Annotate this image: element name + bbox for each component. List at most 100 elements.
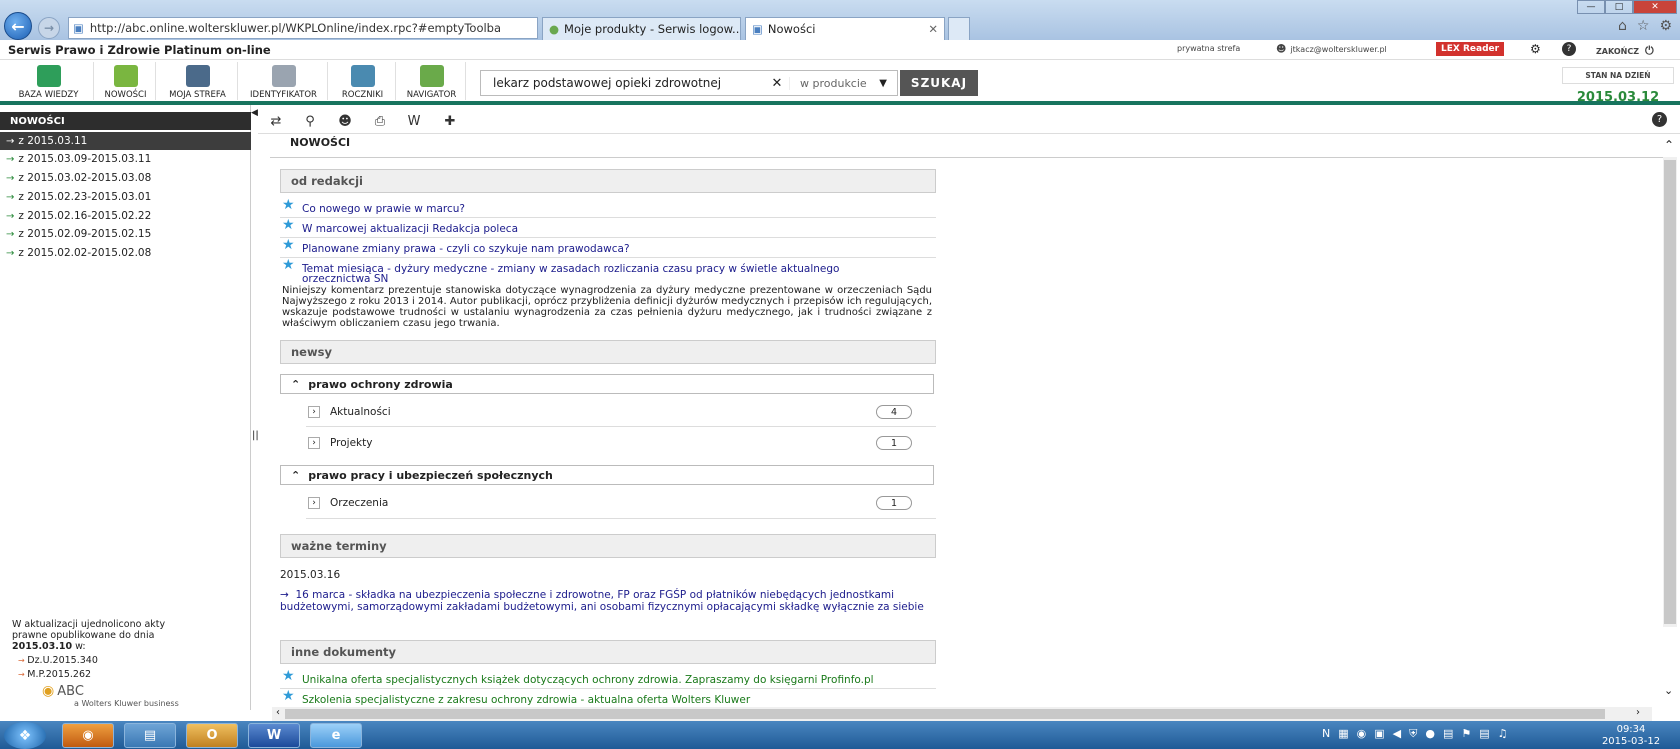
my-zone-icon bbox=[185, 65, 210, 87]
star-icon: ★ bbox=[282, 257, 295, 273]
gear-icon[interactable]: ⚙ bbox=[1530, 42, 1541, 56]
tab-label: Nowości bbox=[767, 22, 816, 36]
toolbar-nowosci[interactable]: NOWOŚCI bbox=[96, 62, 156, 100]
home-icon[interactable]: ⌂ bbox=[1618, 18, 1627, 34]
clock[interactable]: 09:34 2015-03-12 bbox=[1594, 724, 1668, 748]
scroll-right-icon[interactable]: › bbox=[1636, 707, 1640, 718]
outlook-icon[interactable]: O bbox=[186, 723, 238, 748]
editorial-link-1[interactable]: Co nowego w prawie w marcu? bbox=[302, 203, 465, 215]
scroll-left-icon[interactable]: ‹ bbox=[276, 707, 280, 718]
toolbar-navigator[interactable]: NAVIGATOR bbox=[398, 62, 466, 100]
news-icon bbox=[113, 65, 138, 87]
network-icon[interactable]: ▤ bbox=[1479, 727, 1489, 741]
start-button[interactable]: ❖ bbox=[4, 722, 46, 749]
internet-explorer-icon[interactable]: e bbox=[310, 723, 362, 748]
firefox-icon[interactable]: ◉ bbox=[62, 723, 114, 748]
lex-reader-button[interactable]: LEX Reader bbox=[1436, 42, 1505, 56]
section-od-redakcji: od redakcji bbox=[280, 169, 936, 193]
user-link[interactable]: ☻ jtkacz@wolterskluwer.pl bbox=[1276, 44, 1387, 55]
print-icon[interactable]: ⎙ bbox=[367, 112, 393, 130]
tray-app-icon[interactable]: ▣ bbox=[1374, 727, 1384, 741]
tab-nowosci[interactable]: ▣ Nowości ✕ bbox=[745, 17, 945, 40]
editorial-link-3[interactable]: Planowane zmiany prawa - czyli co szykuj… bbox=[302, 243, 630, 255]
editorial-description: Niniejszy komentarz prezentuje stanowisk… bbox=[282, 285, 932, 329]
tab-icon: ● bbox=[549, 22, 560, 36]
word-export-icon[interactable]: W bbox=[401, 112, 427, 130]
close-window-icon[interactable]: ✕ bbox=[1633, 0, 1677, 14]
sidebar-item-range-4[interactable]: → z 2015.02.16-2015.02.22 bbox=[0, 207, 251, 225]
search-history-icon[interactable]: ⚲ bbox=[297, 112, 323, 130]
editorial-link-4-cont[interactable]: orzecznictwa SN bbox=[302, 273, 388, 285]
onenote-icon[interactable]: N bbox=[1322, 727, 1330, 741]
group-prawo-ochrony-zdrowia[interactable]: ⌃ prawo ochrony zdrowia bbox=[280, 374, 934, 394]
scope-value: w produkcie bbox=[800, 76, 867, 90]
terminy-link[interactable]: → 16 marca - składka na ubezpieczenia sp… bbox=[280, 589, 936, 613]
toolbar-label: ROCZNIKI bbox=[341, 90, 384, 100]
star-icon: ★ bbox=[282, 197, 295, 213]
user-settings-icon[interactable]: ☻ bbox=[332, 112, 358, 130]
volume-icon[interactable]: ♫ bbox=[1498, 727, 1508, 741]
footer-ref-1[interactable]: → Dz.U.2015.340 bbox=[12, 655, 237, 666]
section-newsy: newsy bbox=[280, 340, 936, 364]
search-button[interactable]: SZUKAJ bbox=[900, 70, 978, 96]
vertical-scroll-thumb[interactable] bbox=[1664, 160, 1676, 624]
back-button[interactable]: ← bbox=[4, 12, 32, 40]
sidebar-item-range-2[interactable]: → z 2015.03.02-2015.03.08 bbox=[0, 169, 251, 187]
help-icon[interactable]: ? bbox=[1562, 42, 1576, 56]
toolbar-roczniki[interactable]: ROCZNIKI bbox=[330, 62, 396, 100]
new-tab-button[interactable] bbox=[948, 17, 970, 40]
address-bar[interactable]: ▣ http://abc.online.wolterskluwer.pl/WKP… bbox=[68, 17, 538, 39]
shield-icon[interactable]: ⛨ bbox=[1409, 727, 1417, 741]
tray-app-icon[interactable]: ◀ bbox=[1393, 727, 1401, 741]
horizontal-scroll-thumb[interactable] bbox=[285, 709, 1605, 719]
scroll-up-icon[interactable]: ⌃ bbox=[1664, 138, 1674, 152]
toolbar-label: NOWOŚCI bbox=[104, 90, 147, 100]
settings-icon[interactable]: ⚙ bbox=[1659, 18, 1672, 34]
maximize-icon[interactable]: □ bbox=[1605, 0, 1633, 14]
toolbar-baza-wiedzy[interactable]: BAZA WIEDZY bbox=[4, 62, 94, 100]
tray-app-icon[interactable]: ▤ bbox=[1443, 727, 1453, 741]
add-folder-icon[interactable]: ✚ bbox=[437, 112, 463, 130]
news-item-orzeczenia[interactable]: › Orzeczenia bbox=[308, 493, 908, 513]
sidebar-item-label: z 2015.02.09-2015.02.15 bbox=[18, 228, 152, 240]
tray-app-icon[interactable]: ◉ bbox=[1357, 727, 1367, 741]
other-doc-link-1[interactable]: Unikalna oferta specjalistycznych książe… bbox=[302, 674, 874, 686]
sidebar-item-range-6[interactable]: → z 2015.02.02-2015.02.08 bbox=[0, 244, 251, 262]
minimize-icon[interactable]: — bbox=[1577, 0, 1605, 14]
explorer-icon[interactable]: ▤ bbox=[124, 723, 176, 748]
favorites-icon[interactable]: ☆ bbox=[1637, 18, 1650, 34]
other-doc-link-2[interactable]: Szkolenia specjalistyczne z zakresu ochr… bbox=[302, 694, 750, 706]
sidebar-item-range-5[interactable]: → z 2015.02.09-2015.02.15 bbox=[0, 225, 251, 243]
forward-button[interactable]: → bbox=[38, 17, 60, 39]
count-badge: 1 bbox=[876, 496, 912, 510]
swap-icon[interactable]: ⇄ bbox=[263, 112, 289, 130]
page-icon: ▣ bbox=[73, 21, 84, 35]
flag-icon[interactable]: ⚑ bbox=[1461, 727, 1471, 741]
word-icon[interactable]: W bbox=[248, 723, 300, 748]
sidebar-item-range-3[interactable]: → z 2015.02.23-2015.03.01 bbox=[0, 188, 251, 206]
private-zone-link[interactable]: prywatna strefa bbox=[1177, 44, 1240, 53]
editorial-link-2[interactable]: W marcowej aktualizacji Redakcja poleca bbox=[302, 223, 518, 235]
news-item-aktualnosci[interactable]: › Aktualności bbox=[308, 402, 908, 422]
scope-select[interactable]: w produkcie ▼ bbox=[789, 76, 897, 90]
search-input[interactable]: lekarz podstawowej opieki zdrowotnej bbox=[481, 76, 765, 90]
tray-app-icon[interactable]: ▦ bbox=[1338, 727, 1348, 741]
navigator-icon bbox=[419, 65, 444, 87]
tray-app-icon[interactable]: ● bbox=[1425, 727, 1435, 741]
scroll-down-icon[interactable]: ⌄ bbox=[1664, 684, 1673, 697]
collapse-sidebar-icon[interactable]: ◀ bbox=[251, 108, 258, 118]
action-icon-bar bbox=[258, 108, 1680, 134]
news-item-projekty[interactable]: › Projekty bbox=[308, 433, 908, 453]
logout-link[interactable]: ZAKOŃCZ ⏻ bbox=[1596, 44, 1654, 58]
help-icon[interactable]: ? bbox=[1652, 112, 1667, 127]
close-tab-icon[interactable]: ✕ bbox=[928, 22, 938, 36]
sidebar-item-range-1[interactable]: → z 2015.03.09-2015.03.11 bbox=[0, 150, 251, 168]
toolbar-identyfikator[interactable]: IDENTYFIKATOR bbox=[240, 62, 328, 100]
toolbar-moja-strefa[interactable]: MOJA STREFA bbox=[158, 62, 238, 100]
tab-moje-produkty[interactable]: ● Moje produkty - Serwis logow... bbox=[542, 17, 741, 40]
address-url: http://abc.online.wolterskluwer.pl/WKPLO… bbox=[89, 21, 502, 35]
footer-ref-2[interactable]: → M.P.2015.262 bbox=[12, 669, 237, 680]
sidebar-item-2015-03-11[interactable]: → z 2015.03.11 bbox=[0, 132, 251, 150]
group-prawo-pracy[interactable]: ⌃ prawo pracy i ubezpieczeń społecznych bbox=[280, 465, 934, 485]
clear-search-icon[interactable]: ✕ bbox=[765, 76, 789, 91]
